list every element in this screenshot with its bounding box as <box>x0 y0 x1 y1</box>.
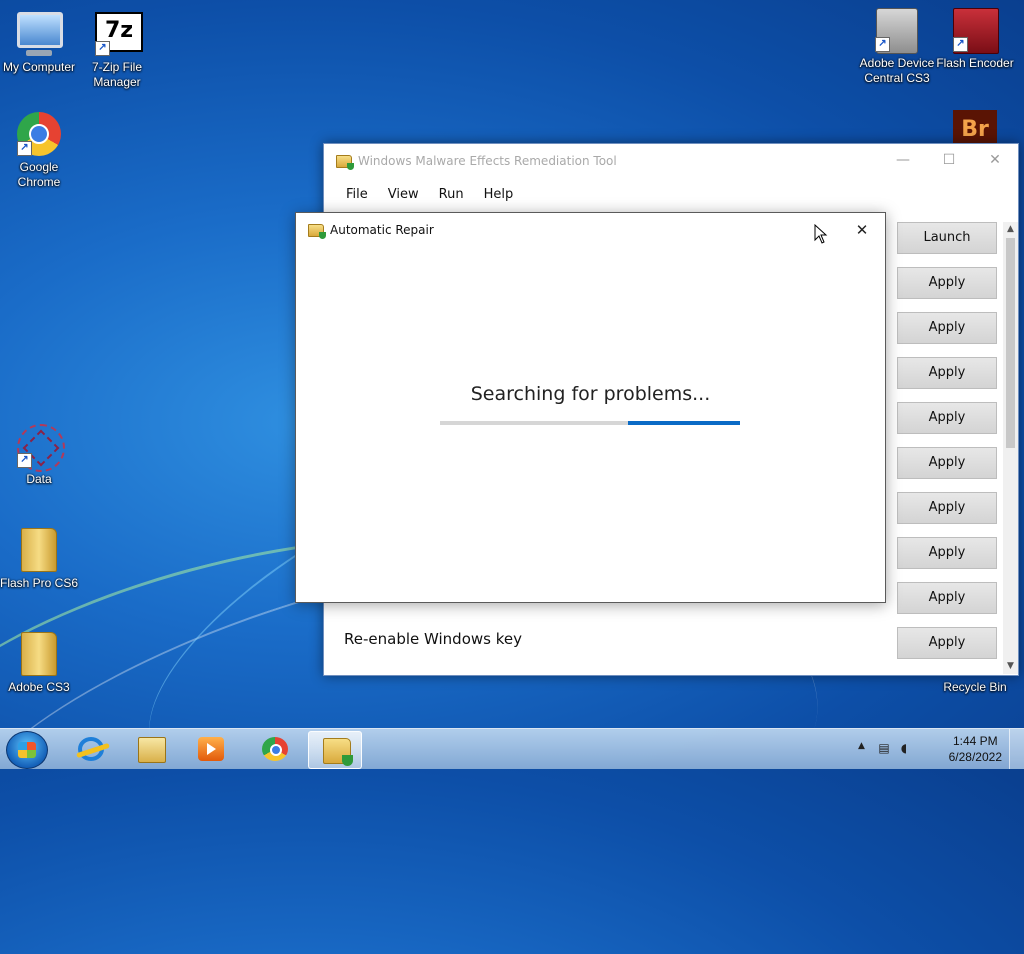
taskbar-item-internet-explorer[interactable] <box>64 731 116 767</box>
chrome-icon: ↗ <box>17 112 61 156</box>
remediation-tool-icon <box>323 738 353 766</box>
menu-view[interactable]: View <box>378 182 429 210</box>
desktop-icon-label: My Computer <box>2 60 76 74</box>
7zip-icon: 7z ↗ <box>95 12 143 56</box>
desktop-icon-label: Google Chrome <box>17 160 61 189</box>
app-folder-icon <box>308 223 326 239</box>
apply-button[interactable]: Apply <box>897 357 997 389</box>
shortcut-arrow-icon: ↗ <box>17 141 32 156</box>
volume-icon[interactable]: ◖ <box>896 741 912 755</box>
desktop-icon-label: Data <box>26 472 52 486</box>
shortcut-arrow-icon: ↗ <box>95 41 110 56</box>
progress-bar <box>440 421 740 425</box>
shortcut-arrow-icon: ↗ <box>875 37 890 52</box>
media-player-icon <box>198 737 224 761</box>
menu-help[interactable]: Help <box>474 182 524 210</box>
start-button[interactable] <box>6 731 48 769</box>
desktop-icon-7zip[interactable]: 7z ↗ 7-Zip File Manager <box>76 12 158 90</box>
menu-file[interactable]: File <box>336 182 378 210</box>
menu-run[interactable]: Run <box>429 182 474 210</box>
desktop-icon-data[interactable]: ↗ Data <box>0 424 80 487</box>
shortcut-arrow-icon: ↗ <box>953 37 968 52</box>
dialog-title: Automatic Repair <box>330 223 434 237</box>
window-title: Windows Malware Effects Remediation Tool <box>358 154 617 168</box>
desktop-icon-label: Flash Pro CS6 <box>0 576 79 590</box>
dialog-titlebar[interactable]: Automatic Repair <box>296 213 885 247</box>
clock-time: 1:44 PM <box>952 734 998 748</box>
desktop-icon-label: Flash Encoder <box>936 56 1014 70</box>
taskbar-item-google-chrome[interactable] <box>248 731 300 767</box>
apply-button[interactable]: Apply <box>897 312 997 344</box>
desktop-icon-label: Adobe Device Central CS3 <box>859 56 935 85</box>
desktop-icon-recycle-bin[interactable]: Recycle Bin <box>934 680 1016 695</box>
progress-bar-fill <box>628 421 740 425</box>
system-tray: ▲ ▤ ◖ 1:44 PM 6/28/2022 <box>854 729 1024 769</box>
apply-button[interactable]: Apply <box>897 402 997 434</box>
show-hidden-icons-icon[interactable]: ▲ <box>858 741 865 751</box>
desktop-icon-label: 7-Zip File Manager <box>91 60 142 89</box>
taskbar-item-windows-explorer[interactable] <box>124 731 176 767</box>
vertical-scrollbar[interactable]: ▲ ▼ <box>1003 222 1018 674</box>
desktop-icon-my-computer[interactable]: My Computer <box>0 8 80 75</box>
internet-explorer-icon <box>78 737 104 761</box>
desktop-icon-adobe-device-central[interactable]: ↗ Adobe Device Central CS3 <box>856 8 938 86</box>
data-icon: ↗ <box>17 424 65 472</box>
folder-icon <box>17 632 61 676</box>
scroll-up-icon[interactable]: ▲ <box>1003 222 1018 237</box>
desktop-icon-flash-encoder[interactable]: ↗ Flash Encoder <box>934 8 1016 71</box>
desktop-icon-flash-pro-cs6[interactable]: Flash Pro CS6 <box>0 528 80 591</box>
maximize-button[interactable]: ☐ <box>926 144 972 178</box>
scroll-down-icon[interactable]: ▼ <box>1003 659 1018 674</box>
apply-button[interactable]: Apply <box>897 627 997 659</box>
desktop-icon-label: Adobe CS3 <box>8 680 70 694</box>
apply-button[interactable]: Apply <box>897 582 997 614</box>
app-folder-icon <box>336 154 354 170</box>
scroll-thumb[interactable] <box>1006 238 1015 448</box>
computer-icon <box>17 12 63 56</box>
desktop-icon-google-chrome[interactable]: ↗ Google Chrome <box>0 112 80 190</box>
menu-bar: File View Run Help <box>324 182 523 210</box>
close-button[interactable]: ✕ <box>972 144 1018 178</box>
clock[interactable]: 1:44 PM 6/28/2022 <box>949 733 1002 765</box>
desktop-icon-label: Recycle Bin <box>943 680 1007 694</box>
taskbar-item-remediation-tool[interactable] <box>308 731 362 769</box>
desktop-icon-adobe-cs3[interactable]: Adobe CS3 <box>0 632 80 695</box>
flash-encoder-icon: ↗ <box>953 8 999 54</box>
windows-explorer-icon <box>138 737 166 763</box>
dialog-close-button[interactable]: ✕ <box>849 219 875 241</box>
row-label: Re-enable Windows key <box>344 630 522 648</box>
apply-button[interactable]: Apply <box>897 447 997 479</box>
taskbar-item-media-player[interactable] <box>184 731 236 767</box>
device-central-icon: ↗ <box>875 8 919 54</box>
clock-date: 6/28/2022 <box>948 750 1002 764</box>
apply-button[interactable]: Apply <box>897 267 997 299</box>
apply-button[interactable]: Apply <box>897 537 997 569</box>
minimize-button[interactable]: — <box>880 144 926 178</box>
automatic-repair-dialog: Automatic Repair ✕ Searching for problem… <box>295 212 886 603</box>
shortcut-arrow-icon: ↗ <box>17 453 32 468</box>
taskbar: ▲ ▤ ◖ 1:44 PM 6/28/2022 <box>0 728 1024 769</box>
status-text: Searching for problems... <box>470 383 711 405</box>
network-icon[interactable]: ▤ <box>876 741 892 755</box>
launch-button[interactable]: Launch <box>897 222 997 254</box>
folder-icon <box>17 528 61 572</box>
show-desktop-button[interactable] <box>1009 729 1024 769</box>
chrome-icon <box>262 737 288 761</box>
apply-button[interactable]: Apply <box>897 492 997 524</box>
